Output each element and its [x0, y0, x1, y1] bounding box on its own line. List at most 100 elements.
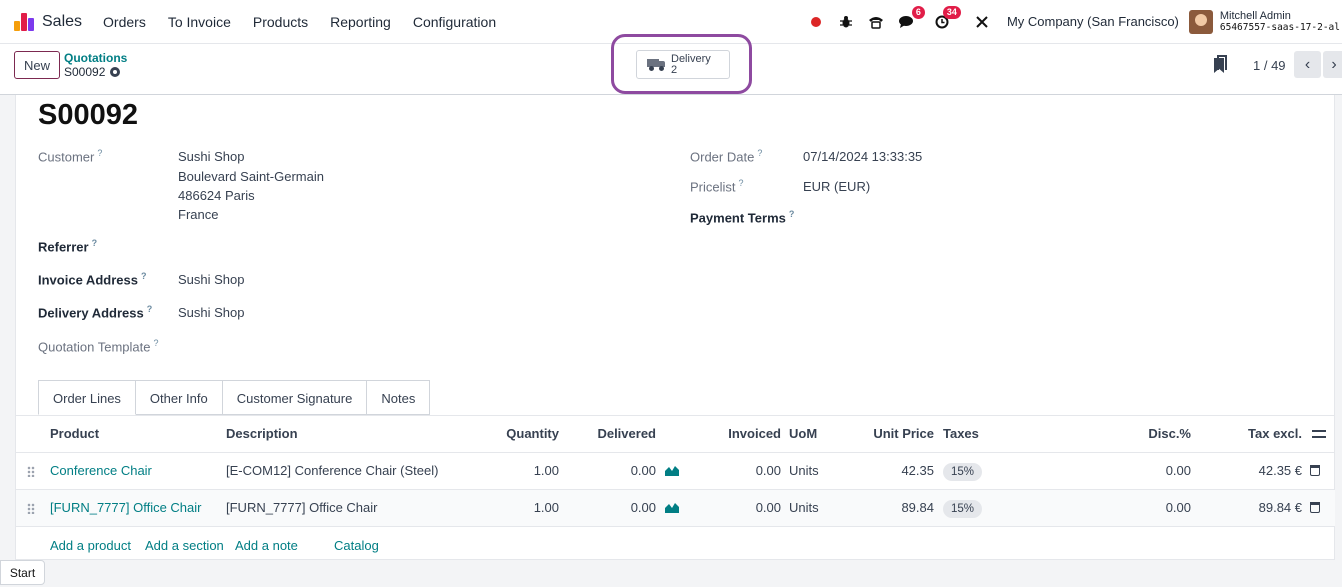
menu-configuration[interactable]: Configuration	[402, 14, 507, 30]
add-section-link[interactable]: Add a section	[145, 527, 224, 565]
row-subtotal: 89.84 €	[1258, 500, 1302, 515]
row-uom[interactable]: Units	[789, 490, 819, 526]
col-quantity[interactable]: Quantity	[506, 416, 559, 452]
record-title: S00092	[38, 99, 138, 131]
row-description[interactable]: [E-COM12] Conference Chair (Steel)	[226, 453, 438, 489]
menu-to-invoice[interactable]: To Invoice	[157, 14, 242, 30]
add-line-row: Add a product Add a section Add a note C…	[16, 526, 1335, 564]
col-taxes[interactable]: Taxes	[943, 416, 979, 452]
tab-customer-signature[interactable]: Customer Signature	[222, 380, 368, 415]
app-name[interactable]: Sales	[42, 13, 82, 31]
row-unit-price[interactable]: 89.84	[901, 490, 934, 526]
table-row[interactable]: [FURN_7777] Office Chair [FURN_7777] Off…	[16, 489, 1335, 526]
col-unit-price[interactable]: Unit Price	[873, 416, 934, 452]
row-discount[interactable]: 0.00	[1166, 490, 1191, 526]
trash-icon[interactable]	[1310, 502, 1320, 513]
tools-icon[interactable]	[971, 11, 993, 33]
user-menu[interactable]: Mitchell Admin 65467557-saas-17-2-al	[1220, 10, 1340, 34]
customer-city: 486624 Paris	[178, 188, 255, 203]
menu-orders[interactable]: Orders	[92, 14, 157, 30]
start-button[interactable]: Start	[0, 560, 45, 585]
forecast-chart-icon[interactable]	[665, 465, 679, 476]
truck-icon	[647, 58, 665, 71]
add-note-link[interactable]: Add a note	[235, 527, 298, 565]
notebook-tabs: Order Lines Other Info Customer Signatur…	[38, 380, 431, 415]
catalog-link[interactable]: Catalog	[334, 527, 379, 565]
add-product-link[interactable]: Add a product	[50, 527, 131, 565]
pager-previous-button[interactable]: ‹	[1294, 51, 1321, 78]
tax-badge[interactable]: 15%	[943, 463, 983, 481]
quotation-template-label: Quotation Template?	[38, 338, 159, 355]
order-date-field[interactable]: 07/14/2024 13:33:35	[803, 149, 922, 164]
sales-app-icon[interactable]	[14, 12, 34, 31]
col-delivered[interactable]: Delivered	[597, 416, 656, 452]
pricelist-field[interactable]: EUR (EUR)	[803, 179, 870, 194]
clock-icon[interactable]: 34	[931, 5, 961, 33]
col-product[interactable]: Product	[50, 416, 99, 452]
drag-handle-icon[interactable]	[27, 466, 35, 477]
row-quantity[interactable]: 1.00	[534, 453, 559, 489]
delivery-label: Delivery	[671, 52, 711, 65]
tax-badge[interactable]: 15%	[943, 500, 983, 518]
tab-other-info[interactable]: Other Info	[135, 380, 223, 415]
row-delivered: 0.00	[630, 500, 656, 515]
row-subtotal: 42.35 €	[1258, 463, 1302, 478]
messages-badge: 6	[911, 5, 925, 19]
col-description[interactable]: Description	[226, 416, 298, 452]
user-avatar[interactable]	[1188, 9, 1213, 34]
customer-link[interactable]: Sushi Shop	[178, 149, 245, 164]
table-row[interactable]: Conference Chair [E-COM12] Conference Ch…	[16, 452, 1335, 489]
row-delivered: 0.00	[630, 463, 656, 478]
invoice-address-label: Invoice Address?	[38, 271, 147, 288]
customer-street: Boulevard Saint-Germain	[178, 169, 324, 184]
database-name: 65467557-saas-17-2-al	[1219, 21, 1340, 33]
col-invoiced[interactable]: Invoiced	[728, 416, 781, 452]
pager-value[interactable]: 1 / 49	[1253, 58, 1286, 73]
customer-country: France	[178, 207, 219, 222]
pricelist-label: Pricelist?	[690, 178, 744, 195]
row-product[interactable]: Conference Chair	[50, 453, 152, 489]
row-quantity[interactable]: 1.00	[534, 490, 559, 526]
tab-notes[interactable]: Notes	[367, 380, 431, 415]
col-uom[interactable]: UoM	[789, 416, 817, 452]
delivery-smart-button[interactable]: Delivery 2	[636, 50, 730, 79]
phone-icon[interactable]	[865, 11, 887, 33]
delivery-count: 2	[671, 63, 678, 76]
menu-products[interactable]: Products	[242, 14, 319, 30]
breadcrumb-current: S00092	[64, 65, 106, 79]
chat-icon[interactable]: 6	[895, 5, 925, 33]
invoice-address-field[interactable]: Sushi Shop	[178, 272, 245, 287]
row-invoiced: 0.00	[755, 500, 781, 515]
company-switcher[interactable]: My Company (San Francisco)	[1007, 14, 1179, 29]
customer-label: Customer?	[38, 148, 103, 165]
activities-badge: 34	[942, 5, 961, 19]
delivery-address-field[interactable]: Sushi Shop	[178, 305, 245, 320]
col-subtotal[interactable]: Tax excl.	[1248, 416, 1302, 452]
new-button[interactable]: New	[14, 51, 60, 79]
row-description[interactable]: [FURN_7777] Office Chair	[226, 490, 378, 526]
form-sheet: S00092 Customer? Sushi Shop Boulevard Sa…	[15, 95, 1335, 560]
breadcrumb-quotations[interactable]: Quotations	[64, 51, 127, 65]
row-uom[interactable]: Units	[789, 453, 819, 489]
col-discount[interactable]: Disc.%	[1148, 416, 1191, 452]
drag-handle-icon[interactable]	[27, 503, 35, 514]
row-discount[interactable]: 0.00	[1166, 453, 1191, 489]
delivery-address-label: Delivery Address?	[38, 304, 153, 321]
menu-reporting[interactable]: Reporting	[319, 14, 402, 30]
forecast-chart-icon[interactable]	[665, 502, 679, 513]
row-product[interactable]: [FURN_7777] Office Chair	[50, 490, 202, 526]
gear-icon[interactable]	[110, 67, 121, 77]
optional-columns-icon[interactable]	[1312, 428, 1326, 440]
trash-icon[interactable]	[1310, 465, 1320, 476]
record-icon[interactable]	[805, 11, 827, 33]
tab-order-lines[interactable]: Order Lines	[38, 380, 136, 415]
payment-terms-label: Payment Terms?	[690, 209, 795, 226]
breadcrumb: Quotations S00092	[64, 51, 127, 79]
order-lines-table: Product Description Quantity Delivered I…	[16, 415, 1335, 564]
pager-next-button[interactable]: ›	[1323, 51, 1342, 78]
row-invoiced: 0.00	[755, 463, 781, 478]
bug-icon[interactable]	[835, 11, 857, 33]
row-unit-price[interactable]: 42.35	[901, 453, 934, 489]
control-panel: New Quotations S00092 Delivery 2 1 / 49 …	[0, 34, 1342, 95]
table-header: Product Description Quantity Delivered I…	[16, 415, 1335, 452]
